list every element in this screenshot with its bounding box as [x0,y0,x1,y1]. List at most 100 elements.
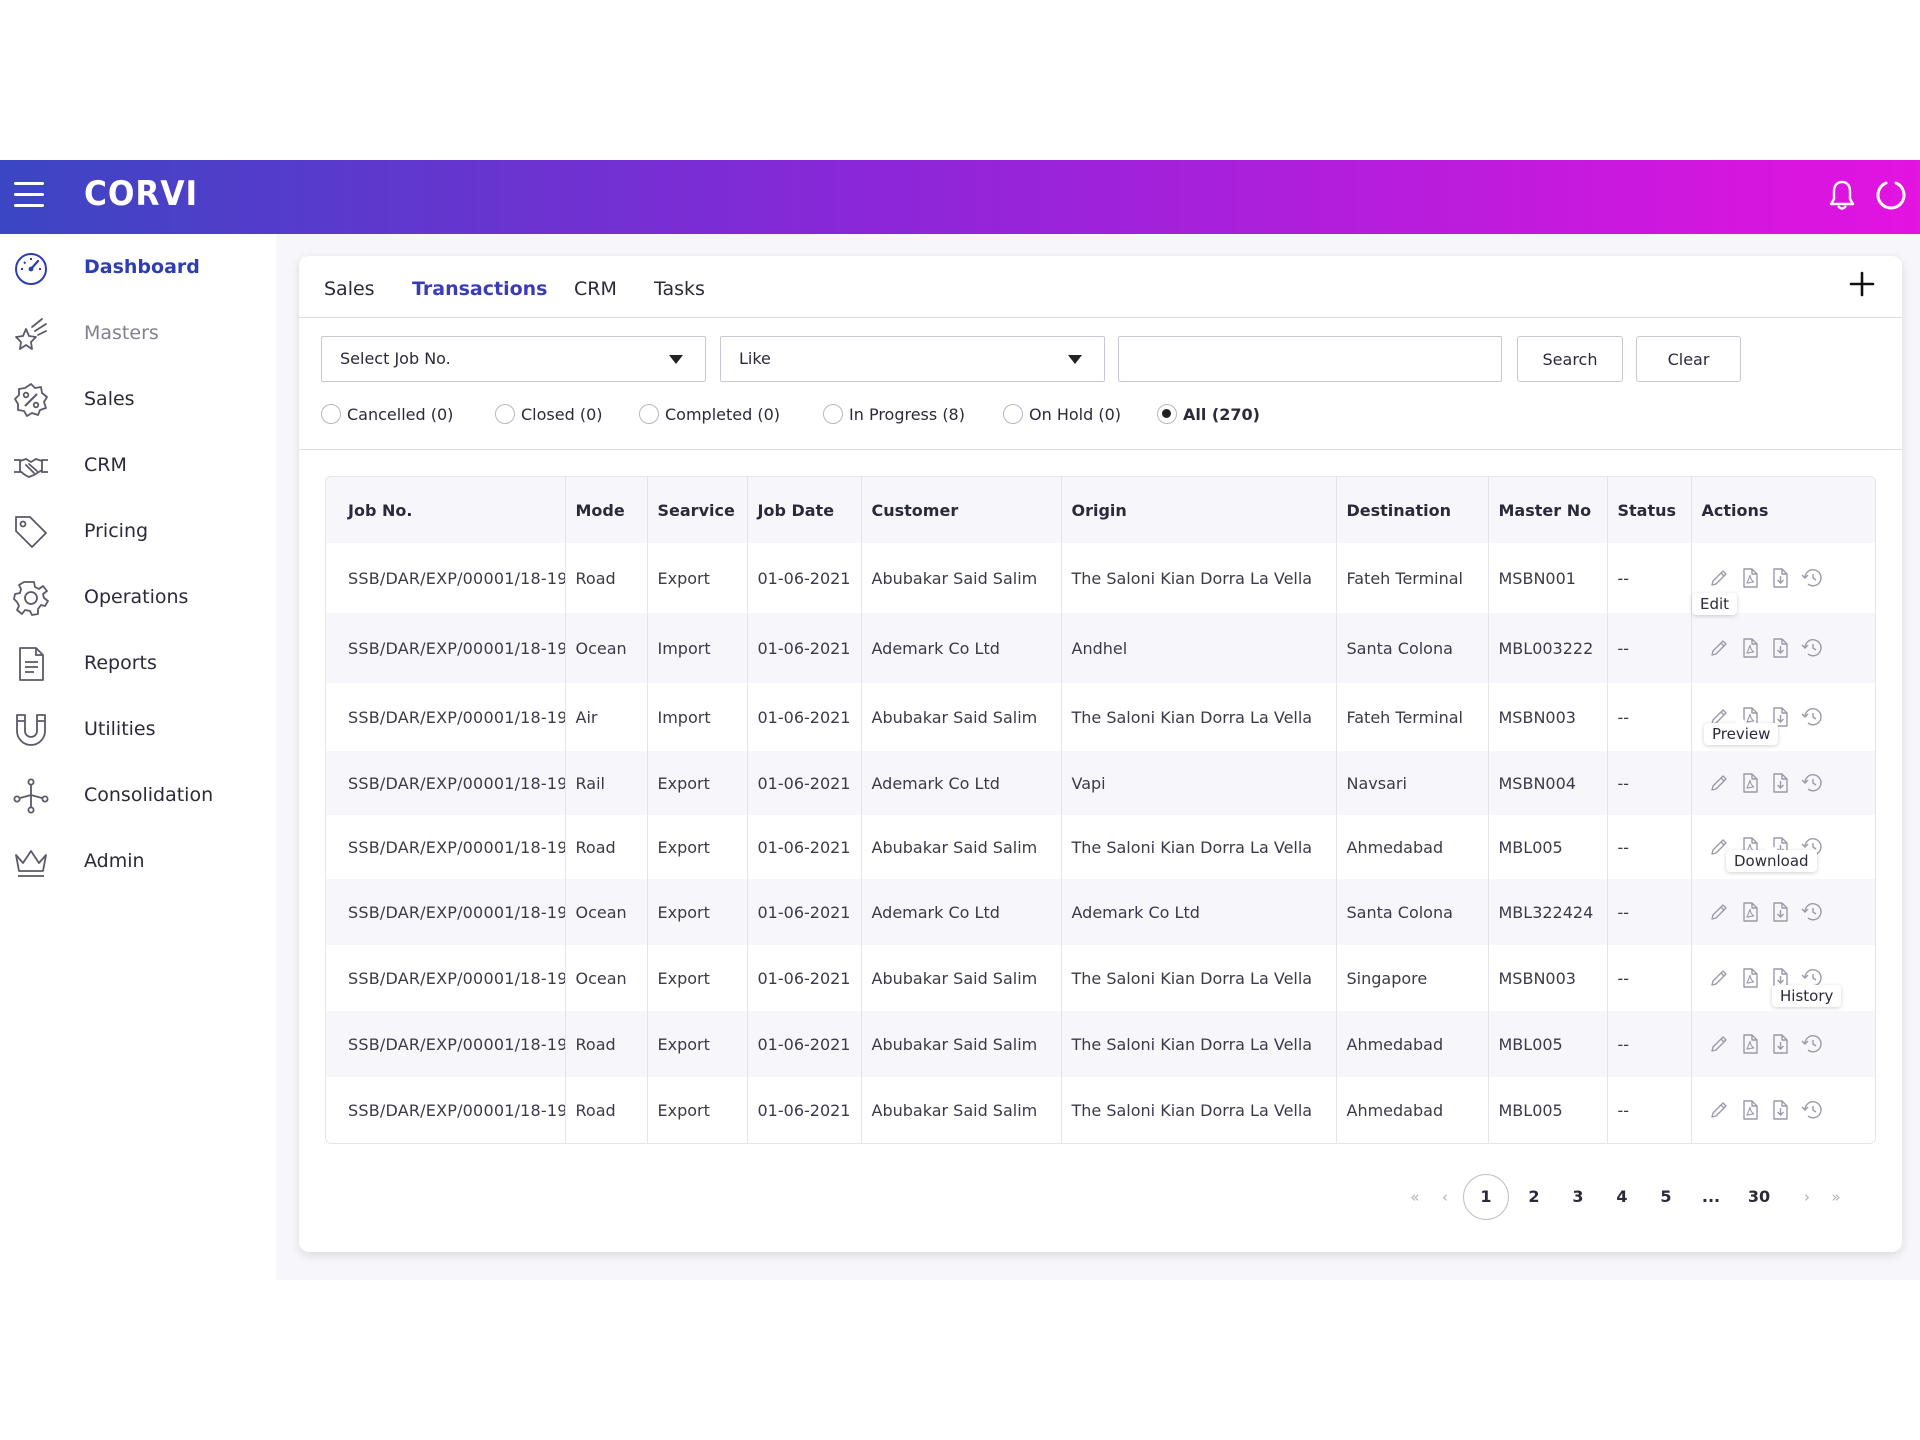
pdf-icon[interactable] [1740,567,1760,589]
table-row[interactable]: SSB/DAR/EXP/00001/18-19 Road Export 01-06-2… [326,815,1875,879]
column-header[interactable]: Master No [1488,477,1608,543]
clear-button[interactable]: Clear [1636,336,1741,382]
column-header[interactable]: Job Date [747,477,862,543]
sidebar-item-label: CRM [84,454,127,476]
column-header[interactable]: Destination [1336,477,1489,543]
service-cell: Export [647,543,748,613]
next-page-button[interactable]: › [1796,1174,1818,1220]
search-button[interactable]: Search [1517,336,1623,382]
page-button-3[interactable]: 3 [1563,1174,1593,1220]
download-file-icon[interactable] [1770,567,1790,589]
origin-cell: Andhel [1061,613,1337,683]
table-row[interactable]: SSB/DAR/EXP/00001/18-19 Ocean Export 01-06-… [326,879,1875,945]
prev-page-button[interactable]: ‹ [1434,1174,1456,1220]
column-header[interactable]: Status [1607,477,1692,543]
pdf-icon[interactable] [1740,772,1760,794]
download-file-icon[interactable] [1770,1033,1790,1055]
hamburger-menu-icon[interactable] [14,182,44,210]
search-input[interactable] [1118,336,1502,382]
history-icon[interactable] [1800,637,1824,659]
pencil-icon[interactable] [1708,967,1730,989]
job-field-select[interactable]: Select Job No. [321,336,706,382]
customer-cell: Abubakar Said Salim [861,945,1062,1011]
history-icon[interactable] [1800,1033,1824,1055]
status-filter-completed[interactable]: Completed (0) [639,404,780,424]
sidebar-item-masters[interactable]: Masters [0,300,276,366]
power-icon[interactable] [1874,178,1908,212]
pencil-icon[interactable] [1708,637,1730,659]
document-icon [19,647,44,681]
operator-select[interactable]: Like [720,336,1105,382]
tab-crm[interactable]: CRM [574,278,617,300]
sidebar-item-reports[interactable]: Reports [0,630,276,696]
sidebar-item-operations[interactable]: Operations [0,564,276,630]
page-button-2[interactable]: 2 [1519,1174,1549,1220]
pdf-icon[interactable] [1740,901,1760,923]
first-page-button[interactable]: « [1404,1174,1426,1220]
history-icon[interactable] [1800,567,1824,589]
operator-select-value: Like [739,349,771,368]
pdf-icon[interactable] [1740,1033,1760,1055]
page-button-1[interactable]: 1 [1463,1174,1509,1220]
pdf-icon[interactable] [1740,1099,1760,1121]
bell-icon[interactable] [1828,179,1856,211]
column-header[interactable]: Job No. [326,477,566,543]
pencil-icon[interactable] [1708,567,1730,589]
column-header[interactable]: Mode [565,477,648,543]
history-icon[interactable] [1800,1099,1824,1121]
pencil-icon[interactable] [1708,901,1730,923]
last-page-button[interactable]: » [1825,1174,1847,1220]
download-file-icon[interactable] [1770,1099,1790,1121]
table-row[interactable]: SSB/DAR/EXP/00001/18-19 Ocean Import 01-06-… [326,613,1875,683]
column-header[interactable]: Searvice [647,477,748,543]
history-icon[interactable] [1800,706,1824,728]
radio-button[interactable] [1003,404,1023,424]
column-header[interactable]: Customer [861,477,1062,543]
sidebar-item-consolidation[interactable]: Consolidation [0,762,276,828]
plus-icon[interactable] [1848,270,1876,298]
tab-tasks[interactable]: Tasks [654,278,705,300]
table-row[interactable]: SSB/DAR/EXP/00001/18-19 Road Export 01-06-2… [326,1077,1875,1143]
job-date-cell: 01-06-2021 [747,543,862,613]
pdf-icon[interactable] [1740,637,1760,659]
download-file-icon[interactable] [1770,772,1790,794]
download-file-icon[interactable] [1770,901,1790,923]
sidebar-item-sales[interactable]: Sales [0,366,276,432]
column-header[interactable]: Origin [1061,477,1337,543]
status-filter-in-progress[interactable]: In Progress (8) [823,404,965,424]
status-filter-all[interactable]: All (270) [1157,404,1260,424]
table-row[interactable]: SSB/DAR/EXP/00001/18-19 Road Export 01-06-2… [326,543,1875,613]
page-button-5[interactable]: 5 [1651,1174,1681,1220]
status-filter-on-hold[interactable]: On Hold (0) [1003,404,1121,424]
status-filter-cancelled[interactable]: Cancelled (0) [321,404,453,424]
radio-button[interactable] [495,404,515,424]
sidebar-item-pricing[interactable]: Pricing [0,498,276,564]
radio-button[interactable] [321,404,341,424]
tab-sales[interactable]: Sales [324,278,375,300]
radio-button[interactable] [823,404,843,424]
pencil-icon[interactable] [1708,1033,1730,1055]
radio-button[interactable] [639,404,659,424]
sidebar-item-crm[interactable]: CRM [0,432,276,498]
status-filter-closed[interactable]: Closed (0) [495,404,603,424]
page-button-4[interactable]: 4 [1607,1174,1637,1220]
table-row[interactable]: SSB/DAR/EXP/00001/18-19 Air Import 01-06-20… [326,683,1875,751]
destination-cell: Ahmedabad [1336,1011,1489,1077]
history-icon[interactable] [1800,772,1824,794]
radio-button[interactable] [1157,404,1177,424]
page-button-30[interactable]: 30 [1739,1174,1779,1220]
history-icon[interactable] [1800,901,1824,923]
sidebar-item-label: Operations [84,586,189,608]
sidebar-item-dashboard[interactable]: Dashboard [0,234,276,300]
table-row[interactable]: SSB/DAR/EXP/00001/18-19 Ocean Export 01-06-… [326,945,1875,1011]
table-row[interactable]: SSB/DAR/EXP/00001/18-19 Road Export 01-06-2… [326,1011,1875,1077]
pencil-icon[interactable] [1708,1099,1730,1121]
download-file-icon[interactable] [1770,637,1790,659]
sidebar-item-admin[interactable]: Admin [0,828,276,894]
sidebar-item-utilities[interactable]: Utilities [0,696,276,762]
mode-cell: Ocean [565,613,648,683]
pencil-icon[interactable] [1708,772,1730,794]
table-row[interactable]: SSB/DAR/EXP/00001/18-19 Rail Export 01-06-2… [326,751,1875,815]
pdf-icon[interactable] [1740,967,1760,989]
tab-transactions[interactable]: Transactions [412,278,547,300]
